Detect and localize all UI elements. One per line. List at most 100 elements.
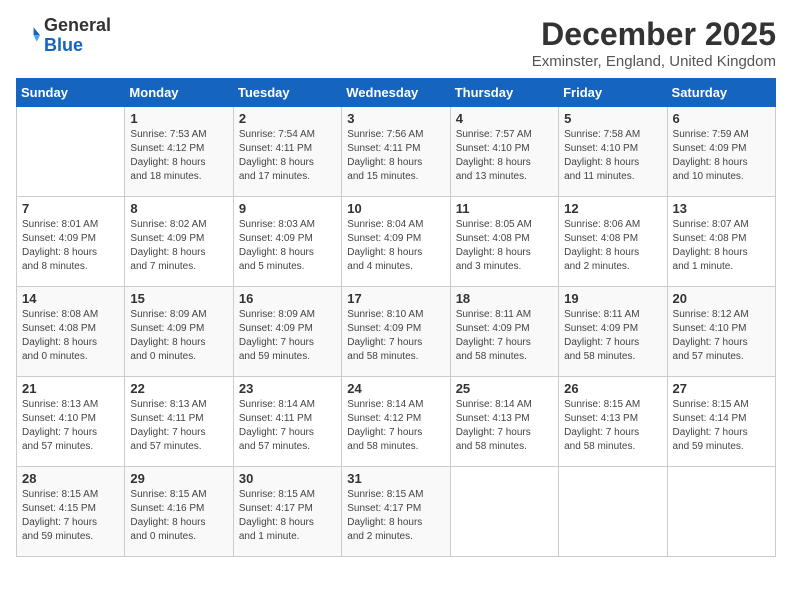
- day-number: 8: [130, 201, 227, 216]
- day-number: 10: [347, 201, 444, 216]
- day-header-thursday: Thursday: [450, 79, 558, 107]
- day-number: 7: [22, 201, 119, 216]
- day-info: Sunrise: 8:10 AMSunset: 4:09 PMDaylight:…: [347, 308, 444, 364]
- day-info: Sunrise: 8:06 AMSunset: 4:08 PMDaylight:…: [564, 218, 661, 274]
- day-number: 16: [239, 291, 336, 306]
- day-number: 22: [130, 381, 227, 396]
- calendar-cell: 26Sunrise: 8:15 AMSunset: 4:13 PMDayligh…: [559, 377, 667, 467]
- calendar-cell: [667, 467, 775, 557]
- day-info: Sunrise: 7:58 AMSunset: 4:10 PMDaylight:…: [564, 128, 661, 184]
- calendar-cell: 30 Sunrise: 8:15 AMSunset: 4:17 PMDayligh…: [233, 467, 341, 557]
- calendar-cell: 17 Sunrise: 8:10 AMSunset: 4:09 PMDayligh…: [342, 287, 450, 377]
- day-info: Sunrise: 8:11 AMSunset: 4:09 PMDaylight:…: [456, 308, 553, 364]
- day-number: 2: [239, 111, 336, 126]
- calendar-cell: 31 Sunrise: 8:15 AMSunset: 4:17 PMDayligh…: [342, 467, 450, 557]
- day-number: 26: [564, 381, 661, 396]
- calendar-cell: [559, 467, 667, 557]
- calendar-header-row: SundayMondayTuesdayWednesdayThursdayFrid…: [17, 79, 776, 107]
- day-info: Sunrise: 8:14 AMSunset: 4:11 PMDaylight:…: [239, 398, 336, 454]
- page-header: General Blue December 2025 Exminster, En…: [16, 16, 776, 70]
- day-number: 12: [564, 201, 661, 216]
- day-info: Sunrise: 8:02 AMSunset: 4:09 PMDaylight:…: [130, 218, 227, 274]
- calendar-cell: 2Sunrise: 7:54 AMSunset: 4:11 PMDaylight…: [233, 107, 341, 197]
- calendar-week-row: 28 Sunrise: 8:15 AMSunset: 4:15 PMDayligh…: [17, 467, 776, 557]
- calendar-week-row: 7 Sunrise: 8:01 AMSunset: 4:09 PMDaylight…: [17, 197, 776, 287]
- day-header-tuesday: Tuesday: [233, 79, 341, 107]
- logo-text: General Blue: [44, 16, 111, 56]
- calendar-cell: 13 Sunrise: 8:07 AMSunset: 4:08 PMDayligh…: [667, 197, 775, 287]
- calendar-cell: 18 Sunrise: 8:11 AMSunset: 4:09 PMDayligh…: [450, 287, 558, 377]
- day-number: 13: [673, 201, 770, 216]
- calendar-cell: 16 Sunrise: 8:09 AMSunset: 4:09 PMDayligh…: [233, 287, 341, 377]
- day-info: Sunrise: 8:09 AMSunset: 4:09 PMDaylight:…: [130, 308, 227, 364]
- day-number: 15: [130, 291, 227, 306]
- title-block: December 2025 Exminster, England, United…: [532, 16, 776, 70]
- calendar-cell: [17, 107, 125, 197]
- day-number: 4: [456, 111, 553, 126]
- calendar-cell: 11Sunrise: 8:05 AMSunset: 4:08 PMDayligh…: [450, 197, 558, 287]
- day-info: Sunrise: 7:57 AMSunset: 4:10 PMDaylight:…: [456, 128, 553, 184]
- day-info: Sunrise: 8:15 AMSunset: 4:14 PMDaylight:…: [673, 398, 770, 454]
- day-number: 5: [564, 111, 661, 126]
- location-subtitle: Exminster, England, United Kingdom: [532, 53, 776, 70]
- calendar-cell: 4 Sunrise: 7:57 AMSunset: 4:10 PMDaylight…: [450, 107, 558, 197]
- calendar-cell: [450, 467, 558, 557]
- logo-blue: Blue: [44, 35, 83, 55]
- day-info: Sunrise: 8:12 AMSunset: 4:10 PMDaylight:…: [673, 308, 770, 364]
- calendar-cell: 28 Sunrise: 8:15 AMSunset: 4:15 PMDayligh…: [17, 467, 125, 557]
- calendar-cell: 27 Sunrise: 8:15 AMSunset: 4:14 PMDayligh…: [667, 377, 775, 467]
- calendar-cell: 19Sunrise: 8:11 AMSunset: 4:09 PMDayligh…: [559, 287, 667, 377]
- calendar-cell: 9 Sunrise: 8:03 AMSunset: 4:09 PMDaylight…: [233, 197, 341, 287]
- day-info: Sunrise: 8:09 AMSunset: 4:09 PMDaylight:…: [239, 308, 336, 364]
- logo: General Blue: [16, 16, 111, 56]
- day-number: 31: [347, 471, 444, 486]
- day-info: Sunrise: 8:13 AMSunset: 4:10 PMDaylight:…: [22, 398, 119, 454]
- day-info: Sunrise: 8:14 AMSunset: 4:12 PMDaylight:…: [347, 398, 444, 454]
- calendar-cell: 10Sunrise: 8:04 AMSunset: 4:09 PMDayligh…: [342, 197, 450, 287]
- day-number: 14: [22, 291, 119, 306]
- calendar-cell: 5 Sunrise: 7:58 AMSunset: 4:10 PMDaylight…: [559, 107, 667, 197]
- day-info: Sunrise: 8:08 AMSunset: 4:08 PMDaylight:…: [22, 308, 119, 364]
- calendar-week-row: 1Sunrise: 7:53 AMSunset: 4:12 PMDaylight…: [17, 107, 776, 197]
- day-number: 28: [22, 471, 119, 486]
- day-number: 6: [673, 111, 770, 126]
- month-year-title: December 2025: [532, 16, 776, 53]
- day-info: Sunrise: 7:56 AMSunset: 4:11 PMDaylight:…: [347, 128, 444, 184]
- calendar-week-row: 14 Sunrise: 8:08 AMSunset: 4:08 PMDayligh…: [17, 287, 776, 377]
- day-header-monday: Monday: [125, 79, 233, 107]
- day-header-wednesday: Wednesday: [342, 79, 450, 107]
- day-number: 18: [456, 291, 553, 306]
- day-number: 25: [456, 381, 553, 396]
- calendar-cell: 8 Sunrise: 8:02 AMSunset: 4:09 PMDaylight…: [125, 197, 233, 287]
- day-header-saturday: Saturday: [667, 79, 775, 107]
- day-number: 20: [673, 291, 770, 306]
- day-number: 30: [239, 471, 336, 486]
- calendar-table: SundayMondayTuesdayWednesdayThursdayFrid…: [16, 78, 776, 557]
- calendar-cell: 22Sunrise: 8:13 AMSunset: 4:11 PMDayligh…: [125, 377, 233, 467]
- calendar-cell: 12 Sunrise: 8:06 AMSunset: 4:08 PMDayligh…: [559, 197, 667, 287]
- day-number: 27: [673, 381, 770, 396]
- calendar-cell: 3 Sunrise: 7:56 AMSunset: 4:11 PMDaylight…: [342, 107, 450, 197]
- day-info: Sunrise: 8:15 AMSunset: 4:15 PMDaylight:…: [22, 488, 119, 544]
- day-info: Sunrise: 8:01 AMSunset: 4:09 PMDaylight:…: [22, 218, 119, 274]
- calendar-cell: 15 Sunrise: 8:09 AMSunset: 4:09 PMDayligh…: [125, 287, 233, 377]
- calendar-cell: 25Sunrise: 8:14 AMSunset: 4:13 PMDayligh…: [450, 377, 558, 467]
- logo-icon: [16, 24, 40, 48]
- day-header-friday: Friday: [559, 79, 667, 107]
- calendar-cell: 20 Sunrise: 8:12 AMSunset: 4:10 PMDayligh…: [667, 287, 775, 377]
- day-number: 24: [347, 381, 444, 396]
- day-info: Sunrise: 8:11 AMSunset: 4:09 PMDaylight:…: [564, 308, 661, 364]
- day-info: Sunrise: 8:15 AMSunset: 4:16 PMDaylight:…: [130, 488, 227, 544]
- day-info: Sunrise: 8:07 AMSunset: 4:08 PMDaylight:…: [673, 218, 770, 274]
- day-header-sunday: Sunday: [17, 79, 125, 107]
- day-info: Sunrise: 8:03 AMSunset: 4:09 PMDaylight:…: [239, 218, 336, 274]
- calendar-cell: 23 Sunrise: 8:14 AMSunset: 4:11 PMDayligh…: [233, 377, 341, 467]
- day-info: Sunrise: 8:15 AMSunset: 4:17 PMDaylight:…: [239, 488, 336, 544]
- day-number: 9: [239, 201, 336, 216]
- day-info: Sunrise: 8:15 AMSunset: 4:17 PMDaylight:…: [347, 488, 444, 544]
- calendar-cell: 21Sunrise: 8:13 AMSunset: 4:10 PMDayligh…: [17, 377, 125, 467]
- day-number: 3: [347, 111, 444, 126]
- day-info: Sunrise: 7:59 AMSunset: 4:09 PMDaylight:…: [673, 128, 770, 184]
- day-number: 17: [347, 291, 444, 306]
- day-number: 23: [239, 381, 336, 396]
